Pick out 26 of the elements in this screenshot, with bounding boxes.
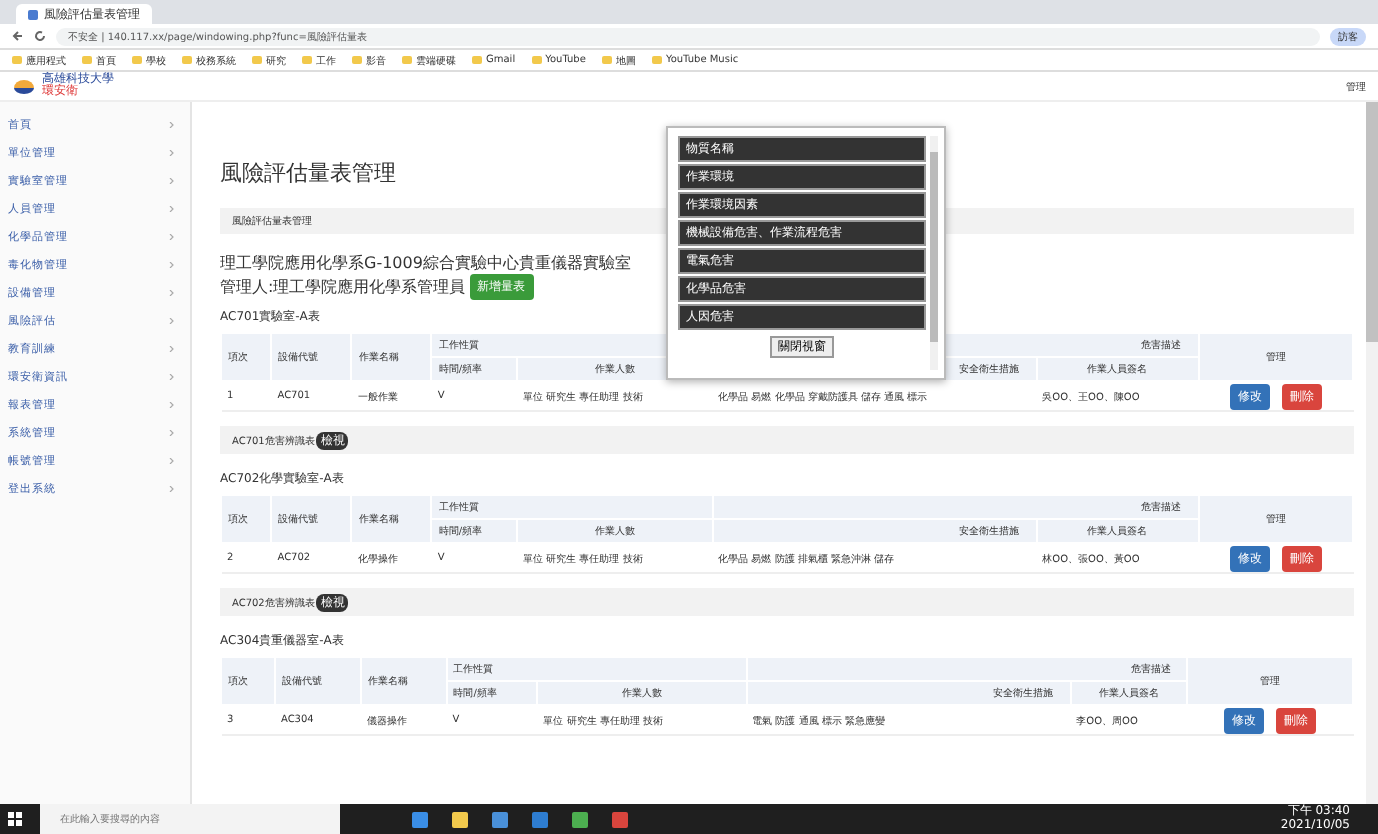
scrollbar-thumb[interactable] — [930, 152, 938, 342]
app-icon[interactable] — [572, 811, 588, 827]
folder-icon — [472, 56, 482, 64]
page-title: 風險評估量表管理 — [220, 158, 396, 188]
folder-icon — [651, 56, 662, 64]
scrollbar-thumb[interactable] — [1366, 102, 1378, 342]
folder-icon — [601, 56, 612, 64]
back-icon[interactable] — [12, 30, 24, 42]
lab-manager: 管理人:理工學院應用化學系管理員 — [220, 277, 466, 299]
folder-icon — [352, 56, 362, 64]
folder-icon — [302, 56, 312, 64]
folder-icon — [402, 56, 412, 64]
reload-icon[interactable] — [34, 30, 46, 42]
folder-icon — [531, 56, 542, 64]
folder-icon — [252, 56, 262, 64]
folder-icon — [182, 56, 192, 64]
app-icon[interactable] — [492, 811, 508, 827]
folder-icon — [82, 56, 92, 64]
folder-icon — [12, 56, 22, 64]
app-icon[interactable] — [452, 811, 468, 827]
logo-icon — [12, 77, 36, 95]
start-icon[interactable] — [7, 812, 21, 826]
page-icon — [28, 9, 38, 19]
app-icon[interactable] — [412, 811, 428, 827]
folder-icon — [132, 56, 142, 64]
lab-heading: 理工學院應用化學系G-1009綜合實驗中心貴重儀器實驗室 — [220, 254, 631, 275]
